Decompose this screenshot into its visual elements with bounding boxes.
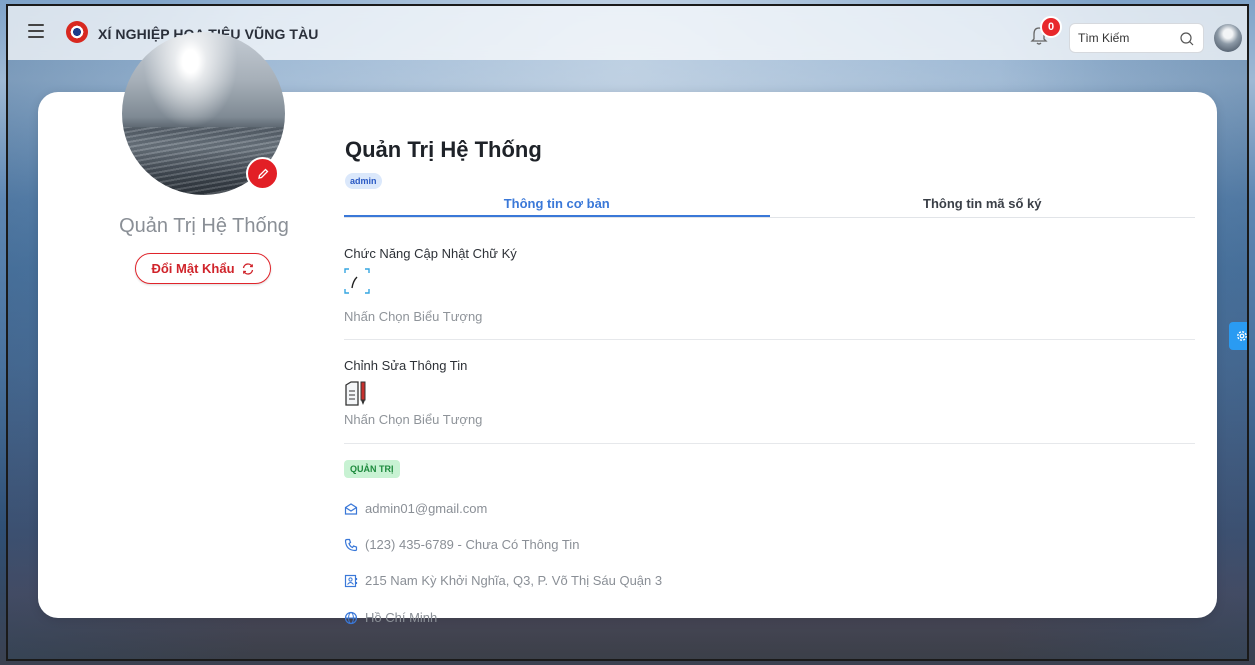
settings-toggle[interactable] [1229,322,1247,350]
search-icon[interactable] [1179,31,1195,47]
address-value: 215 Nam Kỳ Khởi Nghĩa, Q3, P. Võ Thị Sáu… [365,573,663,588]
notification-badge: 0 [1040,16,1062,38]
edit-info-hint: Nhấn Chọn Biểu Tượng [344,412,483,427]
search-box [1069,23,1204,53]
document-edit-icon[interactable] [344,381,372,407]
divider [344,443,1195,444]
username-badge: admin [345,173,382,189]
tab-basic-info[interactable]: Thông tin cơ bản [344,194,770,217]
email-row: admin01@gmail.com [344,501,487,516]
address-row: 215 Nam Kỳ Khởi Nghĩa, Q3, P. Võ Thị Sáu… [344,573,662,588]
gear-icon [1237,331,1247,341]
menu-icon[interactable] [28,24,44,38]
search-input[interactable] [1070,31,1170,45]
app-logo [66,21,88,43]
change-password-label: Đổi Mật Khẩu [151,261,235,276]
address-card-icon [344,574,358,587]
change-password-button[interactable]: Đổi Mật Khẩu [135,253,271,284]
sidebar-username: Quản Trị Hệ Thống [119,215,289,237]
city-row: Hồ Chí Minh [344,610,437,625]
signature-hint: Nhấn Chọn Biểu Tượng [344,309,483,324]
divider [344,339,1195,340]
user-avatar[interactable] [1214,24,1242,52]
phone-row: (123) 435-6789 - Chưa Có Thông Tin [344,537,579,552]
page-title: Quản Trị Hệ Thống [345,137,542,162]
mail-icon [344,502,358,515]
signature-section-title: Chức Năng Cập Nhật Chữ Ký [344,246,517,261]
role-badge: QUẢN TRỊ [344,460,400,478]
tab-signature-code[interactable]: Thông tin mã số ký [770,194,1196,217]
edit-info-section-title: Chỉnh Sửa Thông Tin [344,358,468,373]
refresh-icon [242,262,253,275]
edit-avatar-button[interactable] [246,157,279,190]
city-value: Hồ Chí Minh [365,610,438,625]
globe-icon [344,611,358,624]
pencil-icon [257,168,268,179]
phone-icon [344,538,358,551]
phone-value: (123) 435-6789 - Chưa Có Thông Tin [365,537,580,552]
email-value: admin01@gmail.com [365,501,488,516]
signature-edit-icon[interactable] [343,267,371,295]
tab-bar: Thông tin cơ bản Thông tin mã số ký [344,194,1195,218]
